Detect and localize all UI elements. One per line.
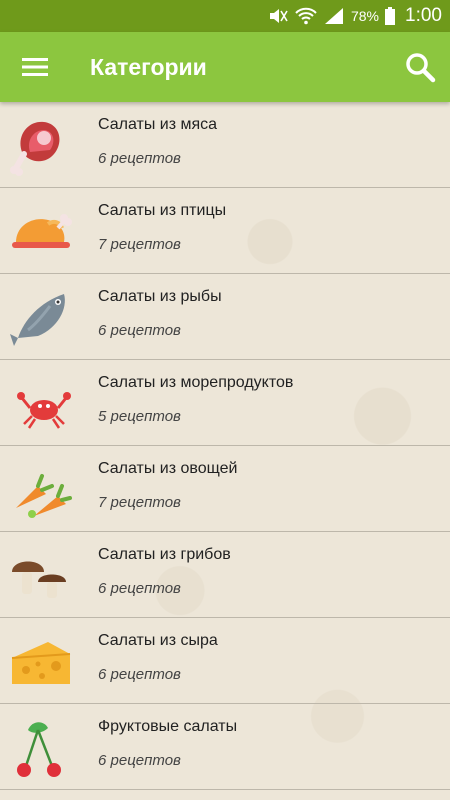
category-name: Салаты из рыбы	[98, 288, 222, 305]
category-item-mushrooms[interactable]: Салаты из грибов 6 рецептов	[0, 532, 450, 618]
cheese-icon	[11, 642, 71, 684]
category-item-cheese[interactable]: Салаты из сыра 6 рецептов	[0, 618, 450, 704]
status-bar: 78% 1:00	[0, 0, 450, 32]
app-bar: Категории	[0, 32, 450, 102]
carrot-icon	[16, 474, 72, 518]
category-name: Салаты из сыра	[98, 632, 218, 649]
search-button[interactable]	[390, 32, 450, 102]
clock: 1:00	[405, 5, 442, 26]
crab-icon	[17, 392, 71, 429]
recipe-count: 6 рецептов	[98, 580, 181, 597]
category-item-fruit[interactable]: Фруктовые салаты 6 рецептов	[0, 704, 450, 790]
category-name: Фруктовые салаты	[98, 718, 238, 735]
signal-icon	[324, 8, 343, 24]
wifi-icon	[295, 7, 317, 25]
category-list: Салаты из мяса 6 рецептов Салаты из птиц…	[0, 102, 450, 800]
category-item-poultry[interactable]: Салаты из птицы 7 рецептов	[0, 188, 450, 274]
mute-icon	[269, 9, 288, 23]
category-item-vegetables[interactable]: Салаты из овощей 7 рецептов	[0, 446, 450, 532]
category-name: Салаты из мяса	[98, 116, 218, 133]
recipe-count: 6 рецептов	[98, 322, 181, 339]
menu-button[interactable]	[0, 32, 70, 102]
recipe-count: 6 рецептов	[98, 150, 181, 167]
menu-icon	[22, 58, 48, 76]
category-item-seafood[interactable]: Салаты из морепродуктов 5 рецептов	[0, 360, 450, 446]
category-name: Салаты из птицы	[98, 202, 227, 219]
page-title: Категории	[90, 53, 207, 80]
battery-icon	[385, 7, 396, 25]
category-name: Салаты из овощей	[98, 460, 238, 477]
category-name: Салаты из морепродуктов	[98, 374, 294, 391]
meat-icon	[10, 121, 60, 176]
recipe-count: 6 рецептов	[98, 752, 181, 769]
recipe-count: 7 рецептов	[98, 494, 181, 511]
recipe-count: 5 рецептов	[98, 408, 181, 425]
chicken-icon	[12, 214, 72, 248]
recipe-count: 6 рецептов	[98, 666, 181, 683]
category-item-meat[interactable]: Салаты из мяса 6 рецептов	[0, 102, 450, 188]
battery-percent: 78%	[350, 8, 380, 24]
cherry-icon	[17, 722, 61, 777]
category-item-fish[interactable]: Салаты из рыбы 6 рецептов	[0, 274, 450, 360]
mushroom-icon	[12, 561, 66, 598]
recipe-count: 7 рецептов	[98, 236, 181, 253]
fish-icon	[10, 294, 65, 346]
search-icon	[406, 53, 436, 83]
category-name: Салаты из грибов	[98, 546, 231, 563]
